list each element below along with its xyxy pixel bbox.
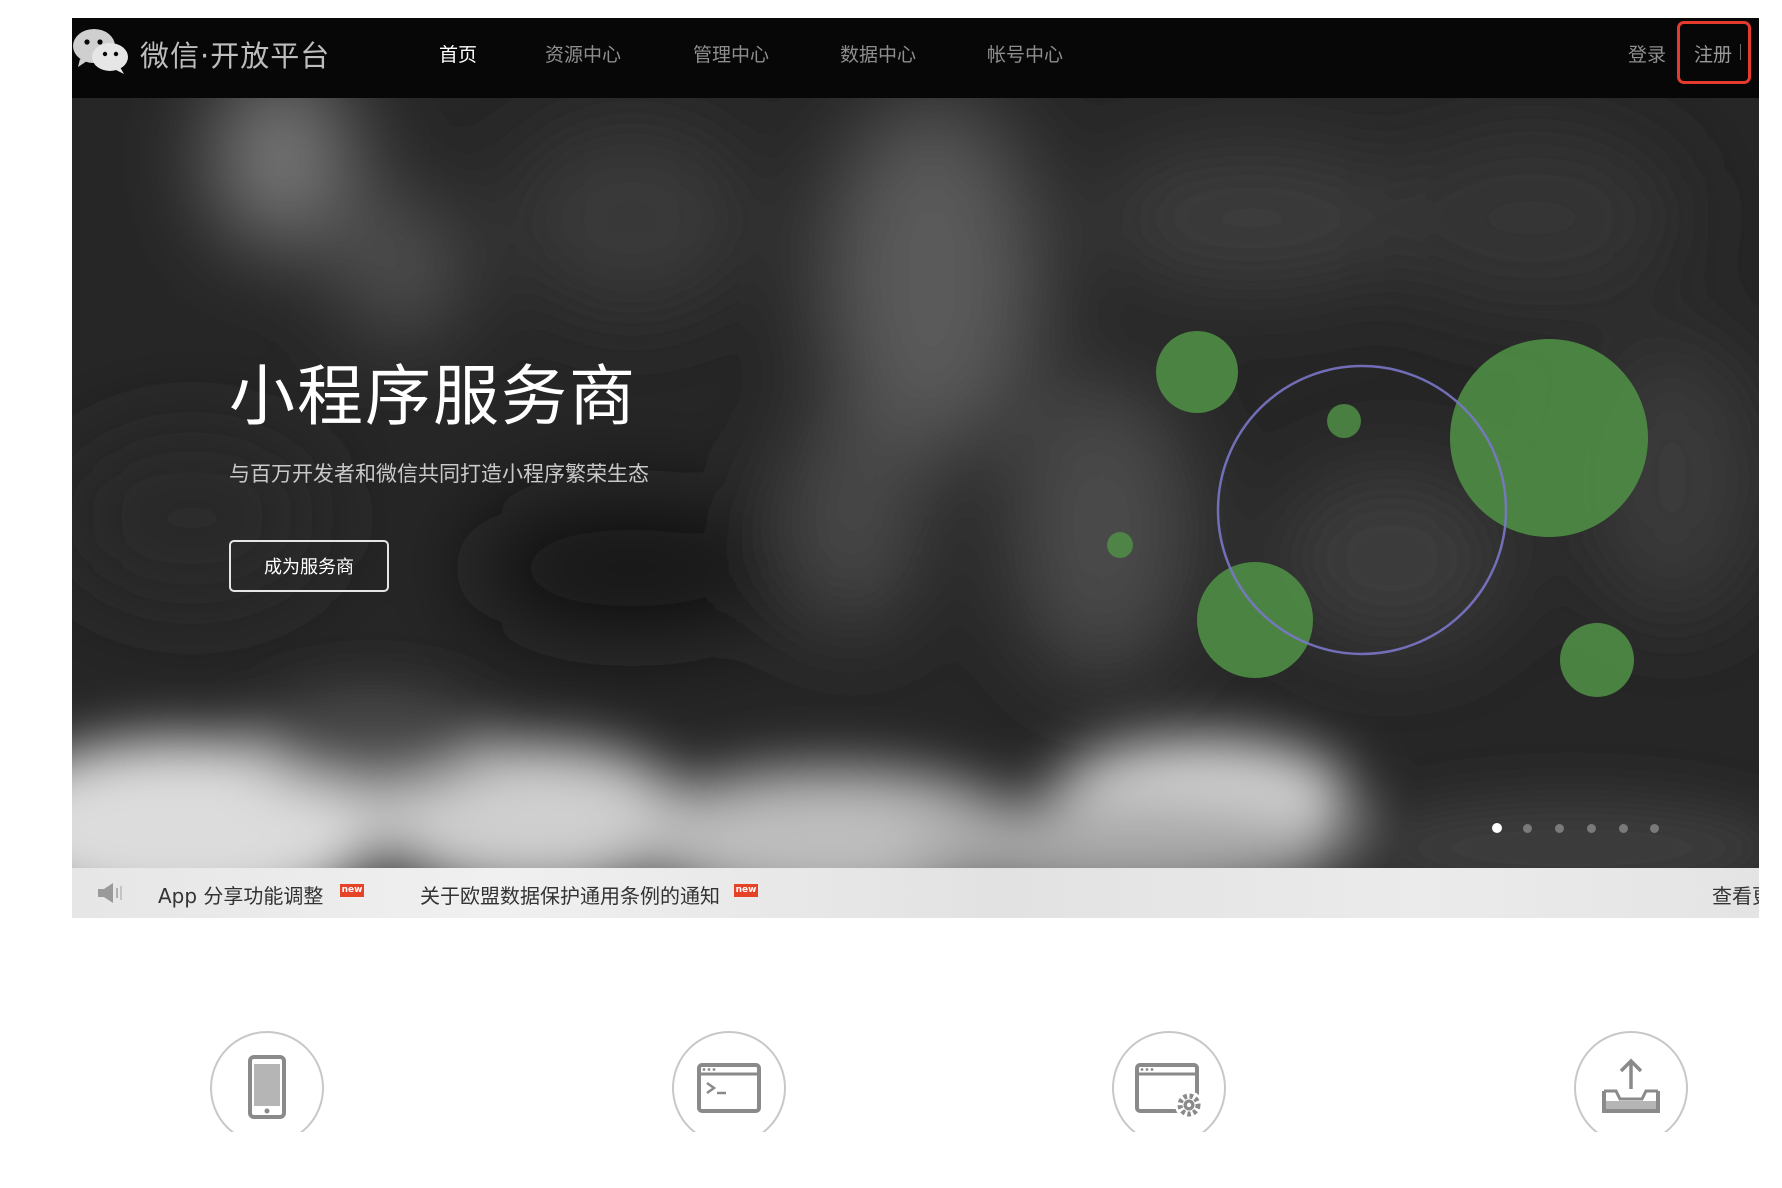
feature-mobile[interactable] xyxy=(210,1031,324,1145)
wechat-open-platform-site: 微信·开放平台 首页 资源中心 管理中心 数据中心 帐号中心 登录 注册 小程序… xyxy=(72,18,1759,1188)
notice-item-gdpr[interactable]: 关于欧盟数据保护通用条例的通知 xyxy=(420,880,720,909)
carousel-dot-3[interactable] xyxy=(1555,824,1564,833)
carousel-dot-1[interactable] xyxy=(1492,823,1502,833)
new-badge: new xyxy=(340,884,364,897)
bubble-large xyxy=(1450,339,1648,537)
nav-item-data[interactable]: 数据中心 xyxy=(840,40,916,67)
carousel-dot-2[interactable] xyxy=(1523,824,1532,833)
hero-banner: 小程序服务商 与百万开发者和微信共同打造小程序繁荣生态 成为服务商 xyxy=(72,98,1759,868)
carousel-dot-5[interactable] xyxy=(1619,824,1628,833)
nav-item-account[interactable]: 帐号中心 xyxy=(987,40,1063,67)
terminal-window-icon xyxy=(697,1063,761,1113)
upload-tray-icon xyxy=(1602,1058,1660,1113)
feature-developer[interactable] xyxy=(672,1031,786,1145)
hero-bubbles-illustration xyxy=(1107,331,1648,697)
nav-item-management[interactable]: 管理中心 xyxy=(693,40,769,67)
hero-title: 小程序服务商 xyxy=(229,358,637,435)
feature-manage[interactable] xyxy=(1112,1031,1226,1145)
bubble-top-left xyxy=(1156,331,1238,413)
become-provider-button[interactable]: 成为服务商 xyxy=(229,540,389,592)
wechat-logo-icon[interactable] xyxy=(72,26,130,76)
feature-crop-edge xyxy=(72,1132,1759,1188)
carousel-dot-6[interactable] xyxy=(1650,824,1659,833)
brand-title[interactable]: 微信·开放平台 xyxy=(140,33,330,75)
feature-upload[interactable] xyxy=(1574,1031,1688,1145)
bubble-bottom-right xyxy=(1560,623,1634,697)
carousel-dot-4[interactable] xyxy=(1587,824,1596,833)
bubble-small-left xyxy=(1107,532,1133,558)
nav-item-home[interactable]: 首页 xyxy=(439,40,477,67)
new-badge: new xyxy=(734,884,758,897)
nav-item-resources[interactable]: 资源中心 xyxy=(545,40,621,67)
login-link[interactable]: 登录 xyxy=(1628,40,1666,67)
settings-window-icon xyxy=(1135,1063,1203,1119)
mobile-phone-icon xyxy=(248,1055,286,1119)
hero-subtitle: 与百万开发者和微信共同打造小程序繁荣生态 xyxy=(229,462,649,486)
register-highlight-box xyxy=(1677,21,1751,84)
screenshot-page: 微信·开放平台 首页 资源中心 管理中心 数据中心 帐号中心 登录 注册 小程序… xyxy=(0,0,1782,1188)
speaker-icon xyxy=(98,883,122,903)
bubble-tiny xyxy=(1327,404,1361,438)
announcement-bar: App 分享功能调整 new 关于欧盟数据保护通用条例的通知 new 查看更 xyxy=(72,868,1759,918)
notice-item-app-share[interactable]: App 分享功能调整 xyxy=(158,880,323,909)
bubble-bottom xyxy=(1197,562,1313,678)
view-more-link[interactable]: 查看更 xyxy=(1712,880,1759,909)
top-header: 微信·开放平台 首页 资源中心 管理中心 数据中心 帐号中心 登录 注册 xyxy=(72,18,1759,98)
